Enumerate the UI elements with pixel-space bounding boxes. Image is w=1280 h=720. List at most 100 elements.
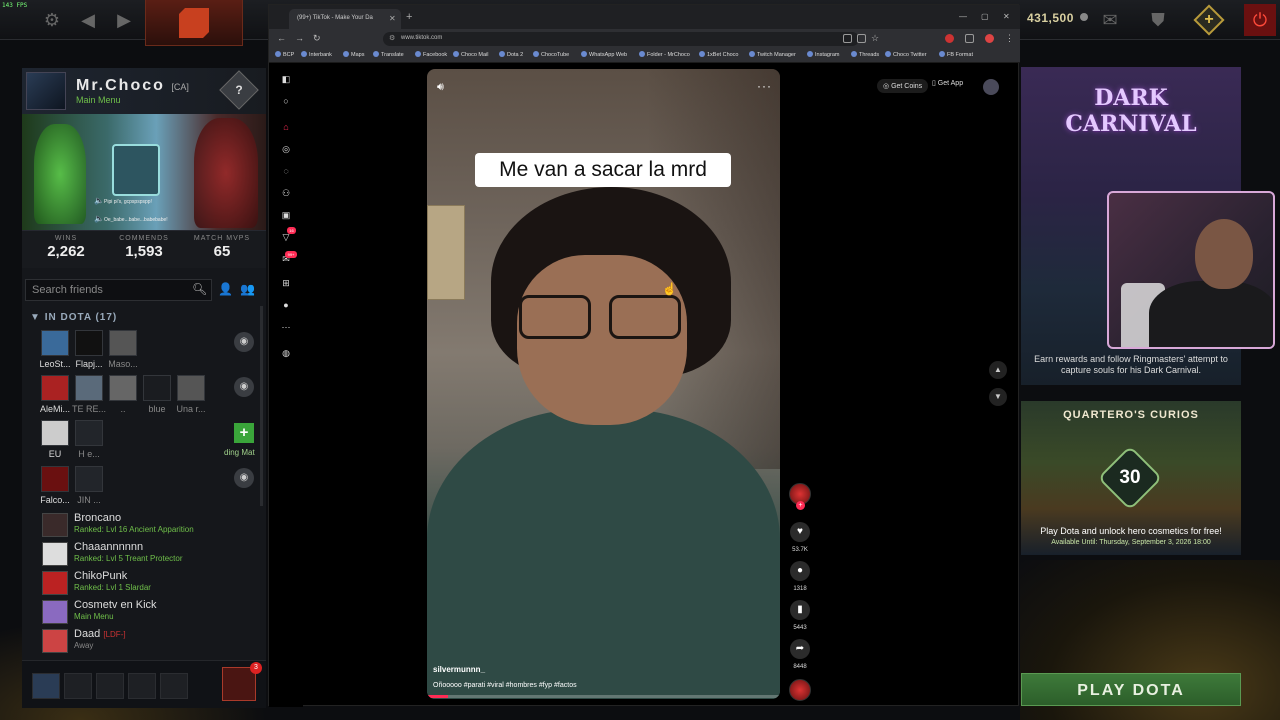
bookmark-item[interactable]: Instagram <box>807 51 839 58</box>
search-friends-input[interactable] <box>25 279 212 301</box>
bookmark-item[interactable]: Threads <box>851 51 879 58</box>
friend-row[interactable]: Cosmetv en Kick Main Menu <box>42 599 262 627</box>
search-icon[interactable]: 🔍︎ <box>192 282 208 298</box>
browser-menu-icon[interactable]: ⋮ <box>1005 33 1014 44</box>
quarteros-curios-card[interactable]: QUARTERO'S CURIOS 30 Play Dota and unloc… <box>1021 401 1241 555</box>
cast-icon[interactable] <box>843 34 852 43</box>
more-icon[interactable]: ⋯ <box>280 321 292 333</box>
friend-tile[interactable]: EU <box>38 420 72 464</box>
avatar[interactable] <box>26 72 66 110</box>
tab-tiktok[interactable]: (99+) TikTok - Make Your Da <box>289 9 401 29</box>
following-account-icon[interactable]: ◍ <box>280 347 292 359</box>
bookmark-item[interactable]: Maps <box>343 51 364 58</box>
tab-close-icon[interactable]: ✕ <box>389 14 396 23</box>
get-coins-button[interactable]: ◎ Get Coins <box>877 79 929 93</box>
video-author[interactable]: silvermunnn_ <box>433 665 485 674</box>
profile-header[interactable]: Mr.Choco [CA] Main Menu ? <box>22 68 266 114</box>
profile-avatar-icon[interactable]: ● <box>280 299 292 311</box>
exit-power-button[interactable]: ⏻ <box>1244 4 1276 36</box>
previous-video-chevron-up-icon[interactable]: ▲ <box>989 361 1007 379</box>
friends-icon[interactable]: ⚇ <box>280 187 292 199</box>
forward-arrow-icon[interactable]: ▶ <box>112 8 136 32</box>
rank-badge[interactable]: ? <box>219 70 259 110</box>
volume-icon[interactable]: 🔊︎ <box>437 81 444 94</box>
bookmark-item[interactable]: Folder - MrChoco <box>639 51 690 58</box>
party-slot-self[interactable] <box>32 673 60 699</box>
forward-icon[interactable]: → <box>295 33 304 43</box>
friend-tile[interactable]: LeoSt... <box>38 330 72 374</box>
bookmark-item[interactable]: Facebook <box>415 51 447 58</box>
url-bar[interactable]: ⚙ www.tiktok.com <box>383 32 859 46</box>
maximize-icon[interactable]: ▢ <box>981 12 989 21</box>
friend-row[interactable]: Broncano Ranked: Lvl 16 Ancient Apparitio… <box>42 512 262 540</box>
party-slot[interactable] <box>96 673 124 699</box>
watch-eye-icon[interactable]: ◉ <box>234 468 254 488</box>
bookmark-item[interactable]: Interbank <box>301 51 332 58</box>
back-arrow-icon[interactable]: ◀ <box>76 8 100 32</box>
live-icon[interactable]: ▣ <box>280 209 292 221</box>
bookmark-item[interactable]: Translate <box>373 51 404 58</box>
bookmark-star-icon[interactable]: ☆ <box>871 33 879 44</box>
bookmark-icon[interactable]: ▮ <box>790 600 810 620</box>
voice-line-2[interactable]: 🔈Oe_babe...babe...babebabe! <box>94 214 168 226</box>
like-heart-icon[interactable]: ♥ <box>790 522 810 542</box>
friend-tile[interactable]: Flapj... <box>72 330 106 374</box>
dota-logo-button[interactable] <box>145 0 243 46</box>
play-dota-button[interactable]: PLAY DOTA <box>1021 673 1241 706</box>
featured-heroes[interactable]: 🔈Pipi pi's, gcpspspspp! 🔈Oe_babe...babe.… <box>22 114 266 230</box>
friend-row[interactable]: ChikoPunk Ranked: Lvl 1 Slardar <box>42 570 262 598</box>
party-slot[interactable] <box>64 673 92 699</box>
following-icon[interactable]: ◌ <box>280 165 292 177</box>
friend-tile[interactable]: Maso... <box>106 330 140 374</box>
add-friend-icon[interactable]: 👤 <box>218 282 236 298</box>
friend-tile[interactable]: Falco... <box>38 466 72 510</box>
friend-tile[interactable]: AleMi... <box>38 375 72 419</box>
bookmark-item[interactable]: WhatsApp Web <box>581 51 627 58</box>
explore-compass-icon[interactable]: ◎ <box>280 143 292 155</box>
find-match-plus-icon[interactable]: + <box>234 423 254 443</box>
dota-plus-button[interactable]: + <box>1193 4 1225 36</box>
tiktok-profile-avatar[interactable] <box>983 79 999 95</box>
party-slot[interactable] <box>128 673 156 699</box>
bookmark-item[interactable]: ChocoTube <box>533 51 569 58</box>
friend-tile[interactable]: JIN ... <box>72 466 106 510</box>
follow-plus-icon[interactable]: + <box>796 501 805 510</box>
close-window-icon[interactable]: ✕ <box>1003 12 1010 21</box>
new-tab-icon[interactable]: + <box>406 11 412 23</box>
friend-row[interactable]: Chaaannnnnn Ranked: Lvl 5 Treant Protecto… <box>42 541 262 569</box>
install-app-icon[interactable] <box>857 34 866 43</box>
extension-icon[interactable] <box>945 34 954 43</box>
more-options-icon[interactable]: ··· <box>757 79 772 93</box>
next-video-chevron-down-icon[interactable]: ▼ <box>989 388 1007 406</box>
voice-line-1[interactable]: 🔈Pipi pi's, gcpspspspp! <box>94 196 152 208</box>
friend-row[interactable]: Daad [LDF-] Away <box>42 628 262 656</box>
bookmark-item[interactable]: BCP <box>275 51 294 58</box>
reload-icon[interactable]: ↻ <box>313 33 321 44</box>
friend-tile[interactable]: .. <box>106 375 140 419</box>
bookmark-item[interactable]: Choco Mail <box>453 51 489 58</box>
armory-icon[interactable]: ⛊ <box>1146 8 1170 32</box>
bookmark-item[interactable]: Choco Twitter <box>885 51 927 58</box>
watch-eye-icon[interactable]: ◉ <box>234 377 254 397</box>
friend-tile[interactable]: H e... <box>72 420 106 464</box>
site-info-icon[interactable]: ⚙ <box>389 34 395 42</box>
upload-icon[interactable]: ⊞ <box>280 277 292 289</box>
friends-scrollbar[interactable] <box>260 306 263 506</box>
friend-tile[interactable]: blue <box>140 375 174 419</box>
mail-icon[interactable]: ✉ <box>1098 8 1122 32</box>
back-icon[interactable]: ← <box>277 33 286 43</box>
friends-list-icon[interactable]: 👥 <box>240 282 258 298</box>
friend-tile[interactable]: TE RE... <box>72 375 106 419</box>
video-player[interactable]: Me van a sacar la mrd 🔊︎ ··· silvermunnn… <box>427 69 780 699</box>
comment-icon[interactable]: ● <box>790 561 810 581</box>
get-app-button[interactable]: ▯ Get App <box>932 79 963 87</box>
watch-eye-icon[interactable]: ◉ <box>234 332 254 352</box>
minimize-icon[interactable]: — <box>959 12 967 21</box>
bookmark-item[interactable]: Twitch Manager <box>749 51 796 58</box>
settings-gear-icon[interactable]: ⚙ <box>40 8 64 32</box>
share-icon[interactable]: ➦ <box>790 639 810 659</box>
video-progress-bar[interactable] <box>427 695 780 698</box>
bookmark-item[interactable]: Dota 2 <box>499 51 523 58</box>
collapse-sidebar-icon[interactable]: ◧ <box>280 73 292 85</box>
bookmark-item[interactable]: 1xBet Choco <box>699 51 739 58</box>
